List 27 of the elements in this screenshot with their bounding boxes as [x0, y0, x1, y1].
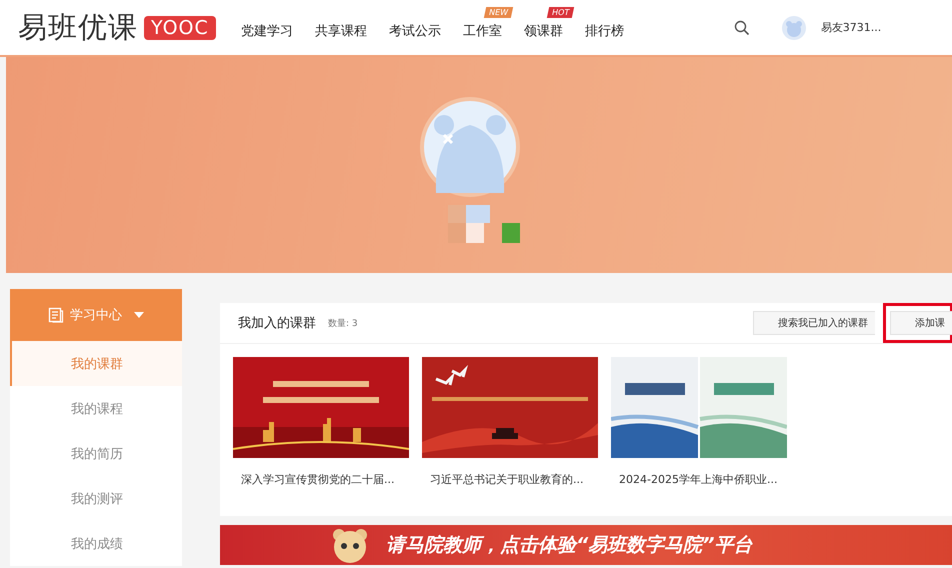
nav-link[interactable]: 党建学习 — [240, 24, 293, 38]
section-title: 我加入的课群 — [238, 315, 316, 332]
nav-link[interactable]: 考试公示 — [388, 24, 441, 38]
course-title[interactable]: 习近平总书记关于职业教育的... — [422, 472, 598, 487]
search-groups-button[interactable]: 搜索我已加入的课群 — [753, 311, 875, 335]
course-cover-image[interactable] — [233, 357, 409, 458]
course-cover-image[interactable] — [611, 357, 787, 458]
nav-link[interactable]: 共享课程 — [314, 24, 367, 38]
nav-link[interactable]: 领课群 — [524, 24, 563, 38]
logo-badge: YOOC — [144, 16, 216, 40]
search-icon[interactable] — [734, 20, 750, 36]
nav-link[interactable]: 排行榜 — [584, 24, 624, 38]
username[interactable]: 易友3731... — [820, 20, 882, 35]
course-title[interactable]: 深入学习宣传贯彻党的二十届... — [233, 472, 409, 487]
sidebar-item[interactable]: 我的测评 — [10, 476, 182, 521]
document-icon — [48, 307, 64, 323]
course-title[interactable]: 2024-2025学年上海中侨职业... — [611, 472, 787, 487]
sidebar-item[interactable]: 我的简历 — [10, 431, 182, 476]
sidebar-item[interactable]: 我的课程 — [10, 386, 182, 431]
add-group-button[interactable]: 添加课 — [890, 311, 952, 335]
nav-link[interactable]: 工作室 — [462, 24, 502, 38]
group-count: 数量: 3 — [328, 318, 358, 330]
nav-badge: HOT — [546, 6, 574, 18]
site-logo[interactable]: 易班优课 — [18, 8, 138, 48]
nav-badge: NEW — [484, 6, 513, 18]
sidebar-item[interactable]: 我的成绩 — [10, 521, 182, 566]
course-cover-image[interactable] — [422, 357, 598, 458]
